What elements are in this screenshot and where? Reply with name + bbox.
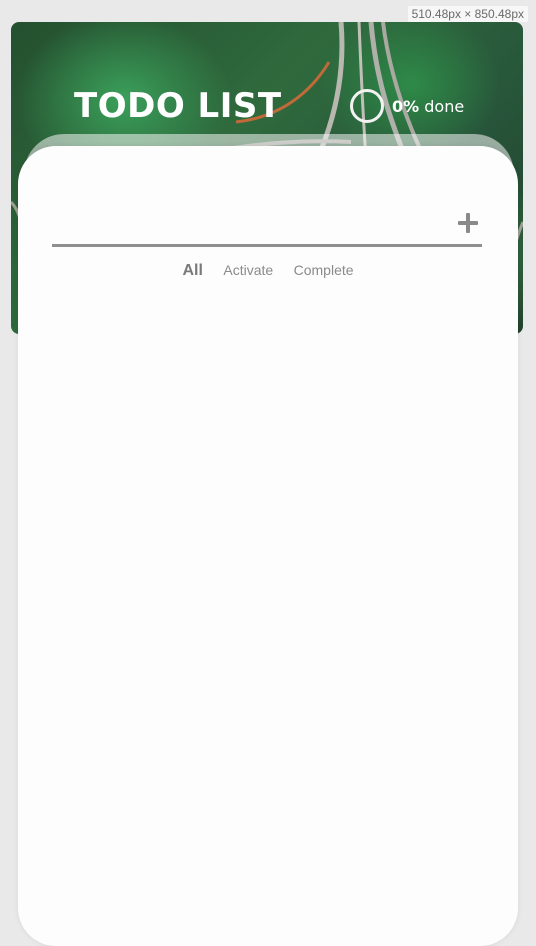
todo-input[interactable]: [52, 206, 452, 242]
progress-suffix: done: [419, 96, 465, 116]
page-title: TODO LIST: [74, 86, 282, 126]
plus-icon[interactable]: [456, 210, 482, 236]
progress-percent: 0%: [392, 96, 420, 116]
todo-input-row: [52, 206, 482, 247]
progress-text: 0% done: [392, 97, 464, 116]
filter-activate[interactable]: Activate: [223, 262, 273, 278]
progress-ring-icon: [350, 89, 384, 123]
viewport-size-readout: 510.48px × 850.48px: [407, 6, 528, 22]
filter-complete[interactable]: Complete: [294, 262, 354, 278]
filter-tabs: All Activate Complete: [18, 262, 518, 280]
filter-all[interactable]: All: [182, 262, 202, 280]
todo-card: All Activate Complete: [18, 146, 518, 946]
progress-indicator: 0% done: [350, 89, 464, 123]
